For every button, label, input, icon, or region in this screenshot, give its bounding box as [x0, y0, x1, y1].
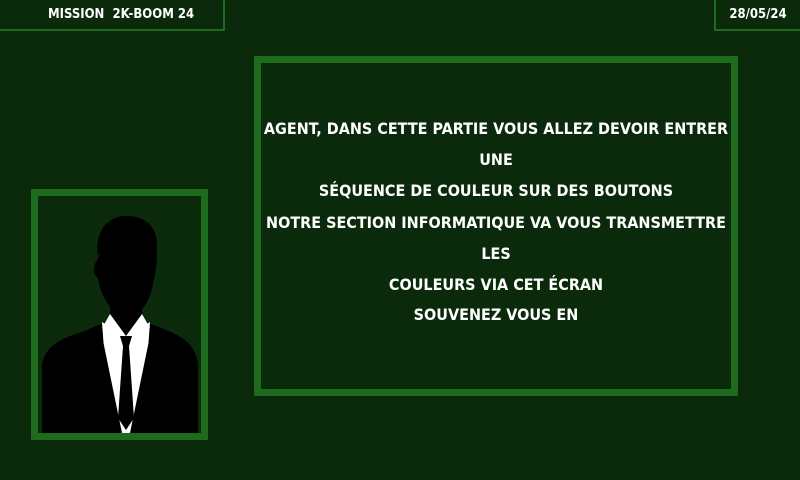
briefing-line: NOTRE SECTION INFORMATIQUE VA VOUS TRANS…	[266, 213, 726, 263]
agent-silhouette-icon	[42, 215, 198, 433]
briefing-panel: AGENT, DANS CETTE PARTIE VOUS ALLEZ DEVO…	[254, 56, 738, 396]
mission-label: MISSION 2K-BOOM 24	[48, 7, 195, 22]
briefing-line: SOUVENEZ VOUS EN	[413, 305, 579, 324]
mission-tab: MISSION 2K-BOOM 24	[0, 0, 225, 31]
briefing-line: COULEURS VIA CET ÉCRAN	[388, 275, 604, 294]
briefing-paragraph-2: NOTRE SECTION INFORMATIQUE VA VOUS TRANS…	[261, 207, 731, 300]
date-label: 28/05/24	[729, 7, 787, 22]
date-tab: 28/05/24	[714, 0, 800, 31]
agent-portrait	[31, 189, 208, 440]
briefing-line: SÉQUENCE DE COULEUR SUR DES BOUTONS	[318, 181, 674, 200]
briefing-paragraph-1: AGENT, DANS CETTE PARTIE VOUS ALLEZ DEVO…	[261, 113, 731, 206]
briefing-paragraph-3: SOUVENEZ VOUS EN	[261, 299, 731, 330]
briefing-line: AGENT, DANS CETTE PARTIE VOUS ALLEZ DEVO…	[263, 119, 729, 169]
